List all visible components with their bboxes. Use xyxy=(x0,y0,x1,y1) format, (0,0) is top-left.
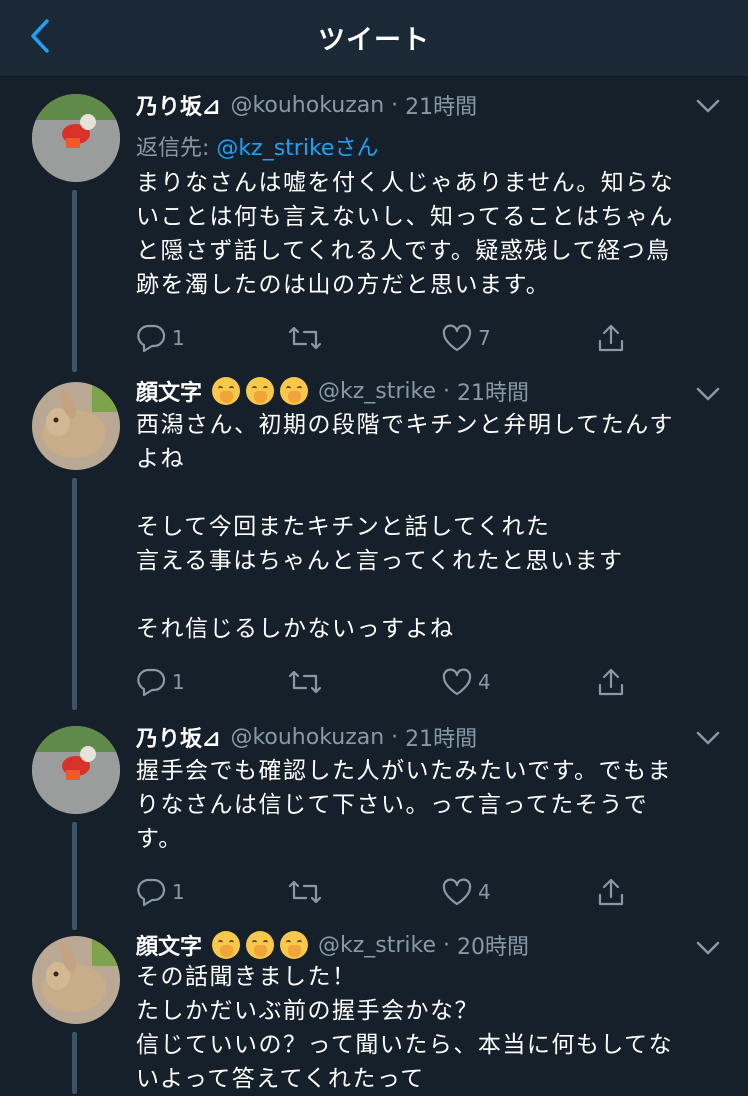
shushing-face-emoji xyxy=(280,931,309,959)
share-icon xyxy=(598,324,624,352)
like-icon xyxy=(442,668,472,696)
tweet-header: 顔文字 @kz_strike · 20時間 xyxy=(136,930,529,960)
username[interactable]: @kz_strike xyxy=(318,379,436,404)
thread-line xyxy=(72,478,77,710)
separator-dot: · xyxy=(384,724,406,750)
username[interactable]: @kz_strike xyxy=(318,933,436,958)
thread-line xyxy=(72,190,77,372)
retweet-icon xyxy=(288,670,322,694)
username[interactable]: @kouhokuzan xyxy=(230,93,384,118)
reply-count: 1 xyxy=(172,670,185,694)
reply-icon xyxy=(137,668,166,696)
like-count: 4 xyxy=(478,670,491,694)
retweet-button[interactable] xyxy=(288,664,328,700)
shushing-face-emoji xyxy=(280,377,309,405)
shushing-face-emoji xyxy=(246,377,275,405)
username[interactable]: @kouhokuzan xyxy=(230,725,384,750)
like-count: 4 xyxy=(478,880,491,904)
separator-dot: · xyxy=(384,92,406,118)
retweet-button[interactable] xyxy=(288,874,328,910)
reply-button[interactable]: 1 xyxy=(136,320,185,356)
timestamp[interactable]: 21時間 xyxy=(457,375,529,407)
caret-down-icon[interactable] xyxy=(694,938,722,958)
share-button[interactable] xyxy=(596,664,626,700)
retweet-icon xyxy=(288,326,322,350)
top-bar: ツイート xyxy=(0,0,748,77)
shushing-face-emoji xyxy=(246,931,275,959)
reply-count: 1 xyxy=(172,326,185,350)
tweet-actions: 1 4 xyxy=(136,664,636,700)
tweet-actions: 1 7 xyxy=(136,320,636,356)
timestamp[interactable]: 21時間 xyxy=(405,89,477,121)
page-title: ツイート xyxy=(318,25,430,56)
display-name[interactable]: 乃り坂⊿ xyxy=(136,721,220,753)
reply-button[interactable]: 1 xyxy=(136,664,185,700)
reply-count: 1 xyxy=(172,880,185,904)
tweet-header: 乃り坂⊿ @kouhokuzan · 21時間 xyxy=(136,89,477,121)
tweet-header: 乃り坂⊿ @kouhokuzan · 21時間 xyxy=(136,721,477,753)
thread-line xyxy=(72,1032,77,1094)
share-button[interactable] xyxy=(596,874,626,910)
caret-down-icon[interactable] xyxy=(694,96,722,116)
like-button[interactable]: 7 xyxy=(442,320,491,356)
reply-target-link[interactable]: @kz_strikeさん xyxy=(216,136,378,161)
avatar[interactable] xyxy=(32,94,120,182)
caret-down-icon[interactable] xyxy=(694,728,722,748)
retweet-button[interactable] xyxy=(288,320,328,356)
share-icon xyxy=(598,878,624,906)
timestamp[interactable]: 21時間 xyxy=(405,721,477,753)
tweet-actions: 1 4 xyxy=(136,874,636,910)
like-icon xyxy=(442,324,472,352)
tweet-text: その話聞きました！ たしかだいぶ前の握手会かな？ 信じていいの？って聞いたら、本… xyxy=(136,964,674,1092)
avatar[interactable] xyxy=(32,936,120,1024)
tweet[interactable]: 乃り坂⊿ @kouhokuzan · 21時間 返信先: @kz_strikeさ… xyxy=(0,76,748,376)
reply-button[interactable]: 1 xyxy=(136,874,185,910)
tweet-text: 握手会でも確認した人がいたみたいです。でもま りなさんは信じて下さい。って言って… xyxy=(136,758,673,852)
share-icon xyxy=(598,668,624,696)
tweet[interactable]: 顔文字 @kz_strike · 20時間 その話聞きました！ たしかだいぶ前の… xyxy=(0,930,748,1094)
reply-context: 返信先: @kz_strikeさん xyxy=(136,130,378,162)
tweet[interactable]: 顔文字 @kz_strike · 21時間 西潟さん、初期の段階でキチンと弁明し… xyxy=(0,376,748,714)
reply-icon xyxy=(137,878,166,906)
like-count: 7 xyxy=(478,326,491,350)
timestamp[interactable]: 20時間 xyxy=(457,929,529,961)
thread-line xyxy=(72,822,77,930)
caret-down-icon[interactable] xyxy=(694,384,722,404)
display-name[interactable]: 顔文字 xyxy=(136,929,202,961)
share-button[interactable] xyxy=(596,320,626,356)
like-button[interactable]: 4 xyxy=(442,874,491,910)
display-name[interactable]: 乃り坂⊿ xyxy=(136,89,220,121)
separator-dot: · xyxy=(436,378,458,404)
separator-dot: · xyxy=(436,932,458,958)
avatar[interactable] xyxy=(32,382,120,470)
like-button[interactable]: 4 xyxy=(442,664,491,700)
tweet-text: 西潟さん、初期の段階でキチンと弁明してたんす よね そして今回またキチンと話して… xyxy=(136,412,674,642)
reply-icon xyxy=(137,324,166,352)
display-name[interactable]: 顔文字 xyxy=(136,375,202,407)
tweet[interactable]: 乃り坂⊿ @kouhokuzan · 21時間 握手会でも確認した人がいたみたい… xyxy=(0,720,748,934)
tweet-text: まりなさんは嘘を付く人じゃありません。知らな いことは何も言えないし、知ってるこ… xyxy=(136,170,675,298)
shushing-face-emoji xyxy=(212,377,241,405)
like-icon xyxy=(442,878,472,906)
shushing-face-emoji xyxy=(212,931,241,959)
retweet-icon xyxy=(288,880,322,904)
reply-label: 返信先: xyxy=(136,136,210,161)
avatar[interactable] xyxy=(32,726,120,814)
tweet-header: 顔文字 @kz_strike · 21時間 xyxy=(136,376,529,406)
